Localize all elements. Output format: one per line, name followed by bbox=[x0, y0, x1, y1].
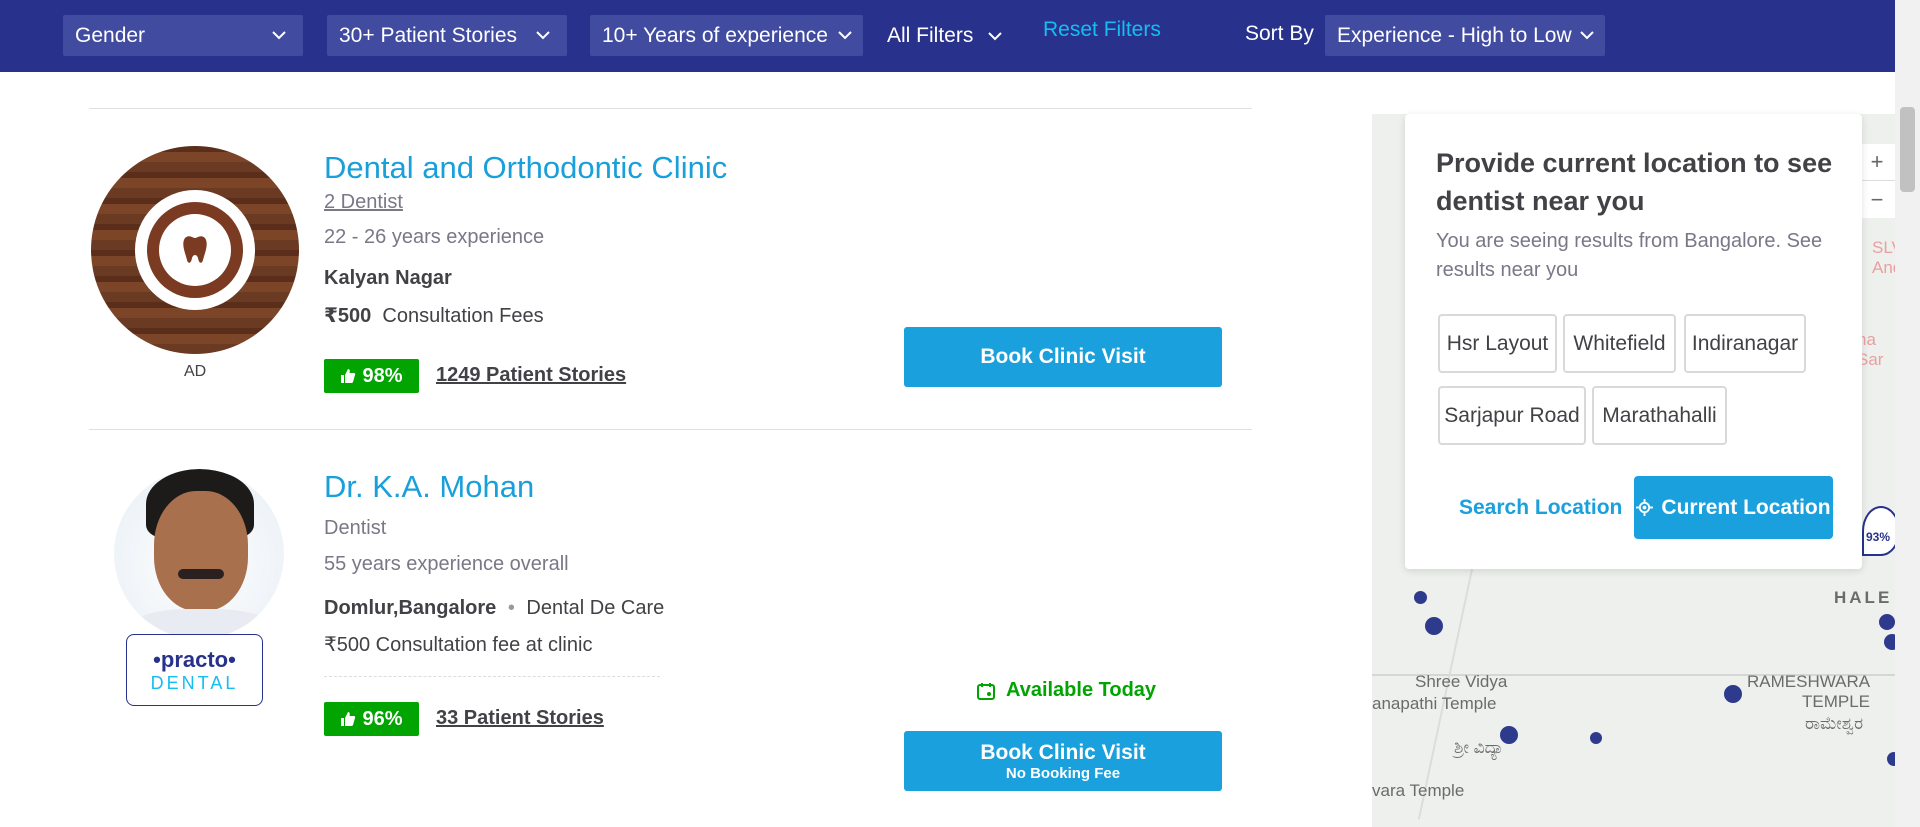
doctor-photo-mustache bbox=[178, 569, 224, 579]
practo-dental-badge: •practo• DENTAL bbox=[126, 634, 263, 706]
doctor-photo-face bbox=[154, 491, 248, 611]
clinic-logo bbox=[91, 146, 299, 354]
map-pin[interactable] bbox=[1879, 614, 1895, 630]
scrollbar-thumb[interactable] bbox=[1900, 107, 1915, 192]
map-pin[interactable] bbox=[1425, 617, 1443, 635]
map-pin[interactable] bbox=[1884, 634, 1895, 650]
reset-filters-link[interactable]: Reset Filters bbox=[1043, 18, 1161, 42]
fee-amount: ₹500 bbox=[324, 305, 372, 327]
current-location-button[interactable]: Current Location bbox=[1634, 476, 1833, 539]
location-chip-marathahalli[interactable]: Marathahalli bbox=[1592, 386, 1727, 445]
listing-location: Kalyan Nagar bbox=[324, 267, 452, 289]
fee-label: Consultation Fees bbox=[382, 305, 544, 327]
map-label: anapathi Temple bbox=[1372, 694, 1497, 713]
location-name: Domlur,Bangalore bbox=[324, 597, 497, 619]
location-chip-whitefield[interactable]: Whitefield bbox=[1563, 314, 1676, 373]
doctor-experience: 55 years experience overall bbox=[324, 553, 569, 575]
map-rating-marker[interactable]: 93% bbox=[1862, 506, 1895, 556]
all-filters-button[interactable]: All Filters bbox=[887, 15, 1007, 56]
gender-filter[interactable]: Gender bbox=[63, 15, 303, 56]
listing-subtitle[interactable]: 2 Dentist bbox=[324, 191, 403, 214]
map-pin[interactable] bbox=[1590, 732, 1602, 744]
clinic-name[interactable]: Dental De Care bbox=[526, 597, 664, 619]
experience-filter[interactable]: 10+ Years of experience bbox=[590, 15, 863, 56]
location-chip-hsr-layout[interactable]: Hsr Layout bbox=[1438, 314, 1557, 373]
chevron-down-icon bbox=[536, 31, 550, 40]
rating-value: 96% bbox=[362, 707, 403, 730]
location-chip-indiranagar[interactable]: Indiranagar bbox=[1684, 314, 1806, 373]
no-booking-fee-label: No Booking Fee bbox=[1005, 764, 1121, 782]
tooth-icon bbox=[183, 236, 207, 263]
chevron-down-icon bbox=[838, 31, 852, 40]
practo-brand: •practo• bbox=[153, 646, 236, 672]
crosshair-icon bbox=[1636, 499, 1654, 516]
calendar-icon bbox=[977, 682, 995, 700]
map-label: Shree Vidya bbox=[1415, 672, 1508, 691]
location-panel-description: You are seeing results from Bangalore. S… bbox=[1436, 230, 1823, 281]
book-label: Book Clinic Visit bbox=[980, 740, 1146, 764]
all-filters-label: All Filters bbox=[887, 23, 974, 47]
patient-stories-filter-label: 30+ Patient Stories bbox=[339, 23, 518, 47]
rating-badge: 96% bbox=[324, 702, 419, 736]
rating-badge: 98% bbox=[324, 359, 419, 393]
thumbs-up-icon bbox=[341, 712, 356, 726]
search-location-link[interactable]: Search Location bbox=[1459, 496, 1622, 520]
ad-label: AD bbox=[184, 363, 207, 380]
practo-dental-label: DENTAL bbox=[150, 672, 239, 693]
listing-experience: 22 - 26 years experience bbox=[324, 226, 545, 248]
listing-fee: ₹500 Consultation Fees bbox=[324, 303, 544, 328]
separator-dot: • bbox=[507, 597, 515, 619]
location-chip-sarjapur-road[interactable]: Sarjapur Road bbox=[1438, 386, 1586, 445]
map-label: TEMPLE bbox=[1802, 692, 1871, 711]
listing-card: AD Dental and Orthodontic Clinic 2 Denti… bbox=[89, 108, 1252, 429]
patient-stories-filter[interactable]: 30+ Patient Stories bbox=[327, 15, 567, 56]
map-pin[interactable] bbox=[1724, 685, 1742, 703]
map-label: SLV bbox=[1872, 238, 1895, 257]
map-pin[interactable] bbox=[1414, 591, 1427, 604]
doctor-location: Domlur,Bangalore • Dental De Care bbox=[324, 597, 664, 620]
patient-stories-link[interactable]: 1249 Patient Stories bbox=[436, 364, 626, 387]
map-label: na Sar bbox=[1857, 330, 1884, 369]
map-label: RAMESHWARA bbox=[1747, 672, 1871, 691]
location-panel-title: Provide current location to see dentist … bbox=[1436, 148, 1833, 216]
availability-label: Available Today bbox=[1006, 679, 1157, 701]
doctor-name[interactable]: Dr. K.A. Mohan bbox=[324, 469, 534, 505]
patient-stories-link[interactable]: 33 Patient Stories bbox=[436, 707, 604, 730]
zoom-in-button[interactable]: + bbox=[1859, 144, 1895, 181]
map-label: vara Temple bbox=[1372, 781, 1465, 800]
sort-select[interactable]: Experience - High to Low bbox=[1325, 15, 1605, 56]
sort-select-value: Experience - High to Low bbox=[1337, 23, 1572, 47]
listing-card: •practo• DENTAL Dr. K.A. Mohan Dentist 5… bbox=[89, 429, 1252, 827]
availability-status: Available Today bbox=[976, 679, 1156, 702]
doctor-fee: ₹500 Consultation fee at clinic bbox=[324, 634, 593, 656]
gender-filter-label: Gender bbox=[75, 23, 146, 47]
chevron-down-icon bbox=[1580, 31, 1594, 40]
current-location-label: Current Location bbox=[1661, 495, 1831, 519]
zoom-out-button[interactable]: − bbox=[1859, 181, 1895, 218]
book-clinic-visit-button[interactable]: Book Clinic Visit No Booking Fee bbox=[904, 731, 1222, 791]
dashed-divider bbox=[324, 676, 660, 677]
map-rating-value: 93% bbox=[1866, 530, 1891, 544]
filter-bar: Gender 30+ Patient Stories 10+ Years of … bbox=[0, 0, 1895, 72]
book-clinic-visit-button[interactable]: Book Clinic Visit bbox=[904, 327, 1222, 387]
map-label: And bbox=[1872, 258, 1895, 277]
thumbs-up-icon bbox=[341, 369, 356, 383]
map-label: ರಾಮೇಶ್ವರ bbox=[1805, 714, 1864, 733]
listing-title[interactable]: Dental and Orthodontic Clinic bbox=[324, 150, 727, 186]
experience-filter-label: 10+ Years of experience bbox=[602, 23, 828, 47]
map-zoom-controls: + − bbox=[1859, 144, 1895, 218]
rating-value: 98% bbox=[362, 364, 403, 387]
map-label: ಶ್ರೀ ವಿದ್ಯಾ bbox=[1454, 738, 1504, 757]
sort-by-label: Sort By bbox=[1245, 22, 1314, 45]
doctor-specialty: Dentist bbox=[324, 517, 387, 539]
location-panel: Provide current location to see dentist … bbox=[1405, 114, 1862, 569]
book-label: Book Clinic Visit bbox=[980, 345, 1146, 368]
chevron-down-icon bbox=[988, 31, 1003, 40]
doctor-photo bbox=[114, 469, 284, 639]
map-pin[interactable] bbox=[1887, 752, 1895, 766]
map-label: HALE bbox=[1834, 588, 1893, 607]
chevron-down-icon bbox=[272, 31, 286, 40]
